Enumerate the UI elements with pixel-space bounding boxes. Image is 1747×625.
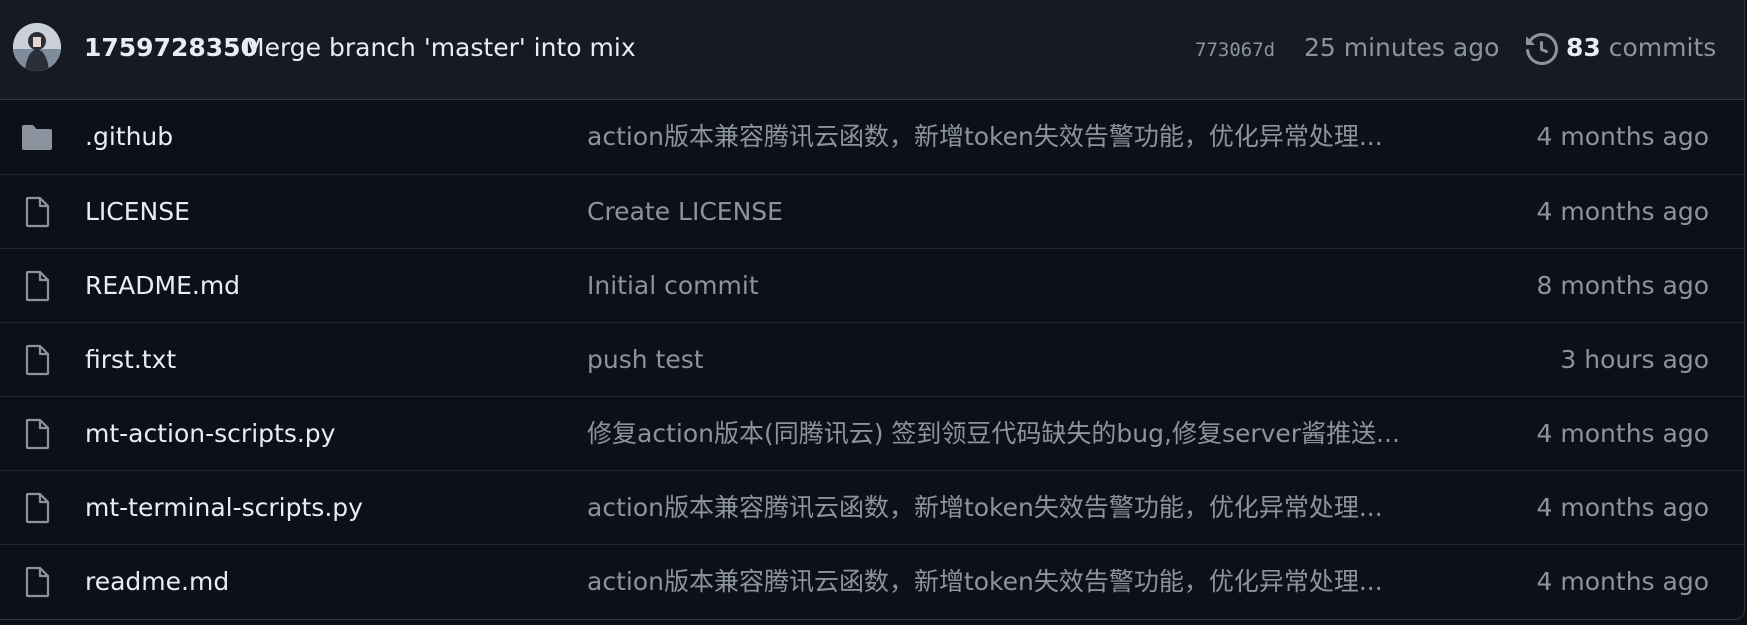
file-age: 4 months ago bbox=[1536, 122, 1709, 151]
file-commit-message[interactable]: Initial commit bbox=[587, 270, 1457, 302]
file-name[interactable]: mt-terminal-scripts.py bbox=[85, 492, 363, 524]
file-icon bbox=[20, 344, 54, 376]
latest-commit-bar: 1759728350 Merge branch 'master' into mi… bbox=[0, 0, 1744, 100]
file-age: 4 months ago bbox=[1536, 567, 1709, 596]
file-name[interactable]: README.md bbox=[85, 270, 240, 302]
file-icon bbox=[20, 196, 54, 228]
file-commit-message[interactable]: action版本兼容腾讯云函数，新增token失效告警功能，优化异常处理... bbox=[587, 121, 1457, 153]
file-age: 4 months ago bbox=[1536, 493, 1709, 522]
file-name[interactable]: .github bbox=[85, 121, 173, 153]
file-name[interactable]: mt-action-scripts.py bbox=[85, 418, 335, 450]
file-commit-message[interactable]: action版本兼容腾讯云函数，新增token失效告警功能，优化异常处理... bbox=[587, 492, 1457, 524]
file-icon bbox=[20, 566, 54, 598]
file-age: 8 months ago bbox=[1536, 271, 1709, 300]
commits-label: commits bbox=[1608, 33, 1717, 62]
history-icon[interactable] bbox=[1526, 32, 1559, 66]
commits-count: 83 bbox=[1566, 33, 1601, 62]
commit-sha[interactable]: 773067d bbox=[1195, 38, 1275, 62]
file-icon bbox=[20, 492, 54, 524]
file-icon bbox=[20, 270, 54, 302]
avatar[interactable] bbox=[13, 23, 61, 71]
file-age: 4 months ago bbox=[1536, 419, 1709, 448]
file-commit-message[interactable]: 修复action版本(同腾讯云) 签到领豆代码缺失的bug,修复server酱推… bbox=[587, 418, 1457, 450]
file-icon bbox=[20, 418, 54, 450]
commit-message[interactable]: Merge branch 'master' into mix bbox=[243, 32, 636, 64]
commit-time: 25 minutes ago bbox=[1304, 33, 1500, 62]
file-name[interactable]: LICENSE bbox=[85, 196, 190, 228]
folder-icon bbox=[20, 121, 54, 153]
file-name[interactable]: first.txt bbox=[85, 344, 176, 376]
file-row[interactable]: mt-terminal-scripts.py action版本兼容腾讯云函数，新… bbox=[0, 470, 1744, 544]
file-row[interactable]: README.md Initial commit 8 months ago bbox=[0, 248, 1744, 322]
commit-author[interactable]: 1759728350 bbox=[84, 32, 258, 64]
commits-link[interactable]: 83 commits bbox=[1566, 32, 1716, 64]
file-commit-message[interactable]: push test bbox=[587, 344, 1457, 376]
file-browser: 1759728350 Merge branch 'master' into mi… bbox=[0, 0, 1745, 620]
file-list: .github action版本兼容腾讯云函数，新增token失效告警功能，优化… bbox=[0, 100, 1744, 618]
file-age: 4 months ago bbox=[1536, 197, 1709, 226]
file-commit-message[interactable]: Create LICENSE bbox=[587, 196, 1457, 228]
file-row[interactable]: first.txt push test 3 hours ago bbox=[0, 322, 1744, 396]
file-row[interactable]: readme.md action版本兼容腾讯云函数，新增token失效告警功能，… bbox=[0, 544, 1744, 618]
file-row[interactable]: mt-action-scripts.py 修复action版本(同腾讯云) 签到… bbox=[0, 396, 1744, 470]
file-row[interactable]: .github action版本兼容腾讯云函数，新增token失效告警功能，优化… bbox=[0, 100, 1744, 174]
file-age: 3 hours ago bbox=[1560, 345, 1709, 374]
file-name[interactable]: readme.md bbox=[85, 566, 229, 598]
file-row[interactable]: LICENSE Create LICENSE 4 months ago bbox=[0, 174, 1744, 248]
file-commit-message[interactable]: action版本兼容腾讯云函数，新增token失效告警功能，优化异常处理... bbox=[587, 566, 1457, 598]
